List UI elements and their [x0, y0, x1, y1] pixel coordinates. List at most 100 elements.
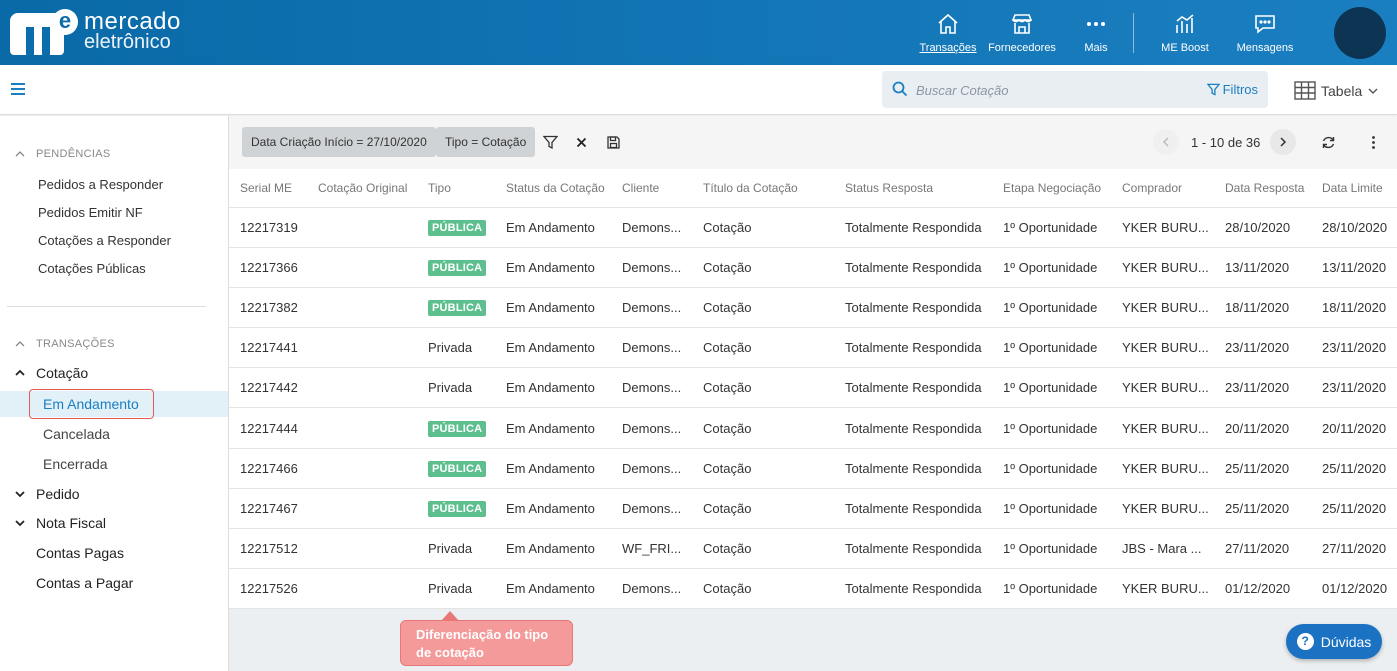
table-cell: Totalmente Respondida — [834, 247, 992, 288]
search-input[interactable]: Buscar Cotação — [916, 83, 1009, 98]
table-cell: 27/11/2020 — [1311, 528, 1397, 570]
table-cell[interactable]: 12217441 — [229, 327, 307, 369]
sidebar-item-cancelada[interactable]: Cancelada — [43, 426, 110, 442]
table-cell: YKER BURU... — [1111, 327, 1214, 369]
message-icon — [1255, 14, 1275, 34]
sidebar-item-contas-a-pagar[interactable]: Contas a Pagar — [36, 575, 133, 591]
table-cell: 25/11/2020 — [1311, 448, 1397, 489]
more-options-button[interactable] — [1362, 131, 1384, 153]
table-row[interactable]: 12217442 Privada Em Andamento Demons... Cota… — [229, 367, 1397, 409]
column-header[interactable]: Serial ME — [229, 169, 307, 208]
table-cell[interactable]: 12217466 — [229, 448, 307, 489]
table-row[interactable]: 12217366 PÚBLICA Em Andamento Demons... Cota… — [229, 247, 1397, 288]
refresh-icon — [1322, 136, 1334, 148]
chevron-up-icon — [15, 369, 25, 376]
table-cell: Privada — [417, 327, 495, 369]
help-button[interactable]: ? Dúvidas — [1286, 624, 1382, 659]
table-cell: YKER BURU... — [1111, 207, 1214, 248]
table-cell — [307, 488, 417, 530]
filter-button[interactable] — [539, 131, 561, 153]
next-page-button[interactable] — [1270, 129, 1296, 155]
table-cell: Demons... — [611, 287, 692, 329]
column-header[interactable]: Comprador — [1111, 169, 1214, 208]
mercado-eletronico-logo[interactable]: e mercado eletrônico — [10, 8, 181, 56]
sidebar-item-cotacoes-publicas[interactable]: Cotações Públicas — [38, 261, 146, 276]
table-cell: Cotação — [692, 367, 834, 409]
sidebar-item-cotacoes-a-responder[interactable]: Cotações a Responder — [38, 233, 171, 248]
table-row[interactable]: 12217382 PÚBLICA Em Andamento Demons... Cota… — [229, 287, 1397, 329]
table-row[interactable]: 12217444 PÚBLICA Em Andamento Demons... Cota… — [229, 407, 1397, 449]
table-cell: Demons... — [611, 367, 692, 409]
section-transacoes[interactable]: TRANSAÇÕES — [14, 338, 115, 350]
table-cell: PÚBLICA — [417, 407, 495, 449]
table-cell: Cotação — [692, 327, 834, 369]
table-cell[interactable]: 12217319 — [229, 207, 307, 248]
sidebar-group-nota-fiscal[interactable]: Nota Fiscal — [14, 515, 106, 531]
table-cell[interactable]: 12217366 — [229, 247, 307, 288]
table-cell: 1º Oportunidade — [992, 528, 1111, 570]
public-badge: PÚBLICA — [428, 259, 487, 276]
table-row[interactable]: 12217466 PÚBLICA Em Andamento Demons... Cota… — [229, 448, 1397, 489]
column-header[interactable]: Título da Cotação — [692, 169, 834, 208]
save-icon — [606, 135, 620, 149]
sidebar-item-pedidos-emitir-nf[interactable]: Pedidos Emitir NF — [38, 205, 143, 220]
sidebar-item-em-andamento[interactable]: Em Andamento — [43, 396, 139, 412]
column-header[interactable]: Status Resposta — [834, 169, 992, 208]
column-header[interactable]: Etapa Negociação — [992, 169, 1111, 208]
table-row[interactable]: 12217467 PÚBLICA Em Andamento Demons... Cota… — [229, 488, 1397, 530]
table-cell[interactable]: 12217467 — [229, 488, 307, 530]
filter-icon — [1206, 83, 1220, 96]
save-filter-button[interactable] — [602, 131, 624, 153]
table-cell: Totalmente Respondida — [834, 327, 992, 369]
filters-button[interactable]: Filtros — [1206, 82, 1258, 97]
table-row[interactable]: 12217319 PÚBLICA Em Andamento Demons... Cota… — [229, 207, 1397, 248]
table-cell[interactable]: 12217442 — [229, 367, 307, 409]
user-avatar[interactable] — [1334, 7, 1386, 59]
table-cell — [307, 207, 417, 248]
filter-chip-tipo[interactable]: Tipo = Cotação — [436, 127, 536, 157]
table-cell[interactable]: 12217526 — [229, 568, 307, 610]
hamburger-menu-icon[interactable] — [11, 83, 25, 95]
table-cell[interactable]: 12217512 — [229, 528, 307, 570]
table-cell — [307, 407, 417, 449]
section-pendencias[interactable]: PENDÊNCIAS — [14, 148, 111, 160]
sidebar-group-cotacao[interactable]: Cotação — [14, 365, 88, 381]
nav-me-boost[interactable]: ME Boost — [1134, 0, 1236, 65]
table-row[interactable]: 12217512 Privada Em Andamento WF_FRI... Cota… — [229, 528, 1397, 570]
table-cell: 25/11/2020 — [1214, 488, 1311, 530]
nav-mensagens[interactable]: Mensagens — [1236, 0, 1294, 65]
refresh-button[interactable] — [1317, 131, 1339, 153]
home-icon — [938, 13, 958, 34]
table-cell[interactable]: 12217382 — [229, 287, 307, 329]
nav-mais[interactable]: Mais — [1059, 0, 1133, 65]
sidebar-item-contas-pagas[interactable]: Contas Pagas — [36, 545, 124, 561]
filter-chip-data-criacao[interactable]: Data Criação Início = 27/10/2020 — [242, 127, 436, 157]
table-row[interactable]: 12217526 Privada Em Andamento Demons... Cota… — [229, 568, 1397, 610]
table-cell — [307, 327, 417, 369]
column-header[interactable]: Tipo — [417, 169, 495, 208]
clear-filters-button[interactable] — [570, 131, 592, 153]
table-cell[interactable]: 12217444 — [229, 407, 307, 449]
chevron-down-icon — [15, 520, 25, 527]
search-bar[interactable]: Buscar Cotação Filtros — [882, 71, 1268, 108]
table-cell: Totalmente Respondida — [834, 528, 992, 570]
column-header[interactable]: Cliente — [611, 169, 692, 208]
sidebar-item-pedidos-a-responder[interactable]: Pedidos a Responder — [38, 177, 163, 192]
column-header[interactable]: Data Limite — [1311, 169, 1397, 208]
table-cell: Em Andamento — [495, 448, 611, 489]
column-header[interactable]: Status da Cotação — [495, 169, 611, 208]
view-selector[interactable]: Tabela — [1294, 81, 1379, 100]
previous-page-button[interactable] — [1153, 129, 1179, 155]
column-header[interactable]: Data Resposta — [1214, 169, 1311, 208]
table-cell — [307, 367, 417, 409]
main-nav: Transações Fornecedores Mais ME Boost Me… — [911, 0, 1294, 65]
nav-transacoes[interactable]: Transações — [911, 0, 985, 65]
sidebar-item-encerrada[interactable]: Encerrada — [43, 456, 108, 472]
logo-mark: e — [10, 9, 78, 55]
sidebar-group-pedido[interactable]: Pedido — [14, 486, 80, 502]
nav-fornecedores[interactable]: Fornecedores — [985, 0, 1059, 65]
table-row[interactable]: 12217441 Privada Em Andamento Demons... Cota… — [229, 327, 1397, 369]
table-cell: Totalmente Respondida — [834, 448, 992, 489]
column-header[interactable]: Cotação Original — [307, 169, 417, 208]
table-cell: 1º Oportunidade — [992, 247, 1111, 288]
